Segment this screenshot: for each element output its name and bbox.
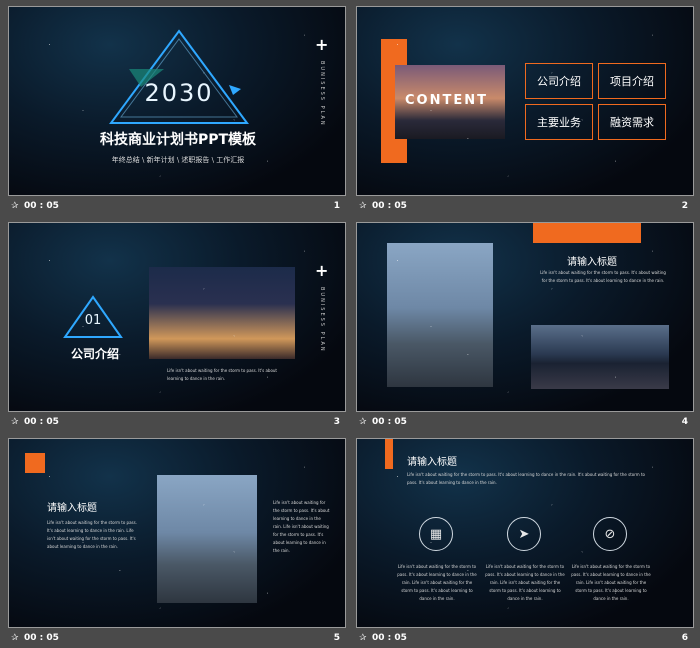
night-city-photo <box>149 267 295 359</box>
column-1-text: Life isn't about waiting for the storm t… <box>397 564 477 601</box>
plus-icon: + <box>315 261 329 280</box>
orange-square <box>25 453 45 473</box>
slide-thumbnail-1[interactable]: 2030 科技商业计划书PPT模板 年终总结 \ 新年计划 \ 述职报告 \ 工… <box>8 6 346 216</box>
slide-6-heading: 请输入标题 <box>407 457 457 468</box>
star-icon: ✰ <box>359 201 367 211</box>
slide-5-left-body: Life isn't about waiting for the storm t… <box>47 520 137 549</box>
slide-3-body: Life isn't about waiting for the storm t… <box>167 368 278 381</box>
column-2-text: Life isn't about waiting for the storm t… <box>485 564 565 601</box>
slide-5-canvas: 请输入标题 Life isn't about waiting for the s… <box>8 438 346 628</box>
section-index: 01 <box>84 313 102 328</box>
star-icon: ✰ <box>359 417 367 427</box>
slide-2-number: 2 <box>681 201 688 211</box>
skyline-photo <box>531 325 669 389</box>
slide-thumbnail-3[interactable]: 01 公司介绍 Life isn't about waiting for the… <box>8 222 346 432</box>
slide-6-number: 6 <box>681 633 688 643</box>
slide-1-canvas: 2030 科技商业计划书PPT模板 年终总结 \ 新年计划 \ 述职报告 \ 工… <box>8 6 346 196</box>
slide-4-footer: ✰ 00 : 05 4 <box>356 414 694 432</box>
slide-1-number: 1 <box>333 201 340 211</box>
year-label: 2030 <box>144 79 214 107</box>
orange-bar <box>385 439 393 469</box>
slide-5-number: 5 <box>333 633 340 643</box>
slide-6-intro: Life isn't about waiting for the storm t… <box>407 472 645 485</box>
slide-thumbnail-6[interactable]: 请输入标题 Life isn't about waiting for the s… <box>356 438 694 648</box>
slide-1-title: 科技商业计划书PPT模板 <box>99 132 257 148</box>
slide-1-timing: 00 : 05 <box>24 201 59 211</box>
menu-project-intro[interactable]: 项目介绍 <box>598 63 666 99</box>
slide-3-footer: ✰ 00 : 05 3 <box>8 414 346 432</box>
column-3-text: Life isn't about waiting for the storm t… <box>571 564 651 601</box>
star-icon: ✰ <box>11 633 19 643</box>
menu-financing[interactable]: 融资需求 <box>598 104 666 140</box>
orange-bar <box>533 223 641 243</box>
menu-main-business[interactable]: 主要业务 <box>525 104 593 140</box>
slide-4-canvas: 请输入标题 Life isn't about waiting for the s… <box>356 222 694 412</box>
content-label: CONTENT <box>405 93 488 108</box>
section-title: 公司介绍 <box>70 347 119 361</box>
slide-3-timing: 00 : 05 <box>24 417 59 427</box>
slide-5-timing: 00 : 05 <box>24 633 59 643</box>
slide-6-footer: ✰ 00 : 05 6 <box>356 630 694 648</box>
slide-thumbnail-4[interactable]: 请输入标题 Life isn't about waiting for the s… <box>356 222 694 432</box>
slide-2-timing: 00 : 05 <box>372 201 407 211</box>
building-photo <box>157 475 257 603</box>
star-icon: ✰ <box>11 417 19 427</box>
slide-thumbnail-5[interactable]: 请输入标题 Life isn't about waiting for the s… <box>8 438 346 648</box>
slide-5-right-body: Life isn't about waiting for the storm t… <box>273 500 330 553</box>
slide-4-heading: 请输入标题 <box>567 257 617 268</box>
slide-thumbnail-2[interactable]: CONTENT 公司介绍 项目介绍 主要业务 融资需求 ✰ 00 : 05 2 <box>356 6 694 216</box>
compass-icon: ⊘ <box>593 517 627 551</box>
plus-icon: + <box>315 35 329 54</box>
slide-3-canvas: 01 公司介绍 Life isn't about waiting for the… <box>8 222 346 412</box>
slide-6-timing: 00 : 05 <box>372 633 407 643</box>
menu-company-intro[interactable]: 公司介绍 <box>525 63 593 99</box>
slide-2-footer: ✰ 00 : 05 2 <box>356 198 694 216</box>
triangle-logo-icon <box>109 29 249 124</box>
vertical-plan-text: BUNISESS PLAN <box>319 61 325 127</box>
slide-4-timing: 00 : 05 <box>372 417 407 427</box>
slide-1-subtitle: 年终总结 \ 新年计划 \ 述职报告 \ 工作汇报 <box>111 156 245 164</box>
slide-5-heading: 请输入标题 <box>47 503 97 514</box>
slide-4-number: 4 <box>681 417 688 427</box>
slide-4-body: Life isn't about waiting for the storm t… <box>540 270 666 283</box>
slide-5-footer: ✰ 00 : 05 5 <box>8 630 346 648</box>
slide-1-footer: ✰ 00 : 05 1 <box>8 198 346 216</box>
slide-2-canvas: CONTENT 公司介绍 项目介绍 主要业务 融资需求 <box>356 6 694 196</box>
vertical-plan-text: BUNISESS PLAN <box>319 287 325 353</box>
slide-6-canvas: 请输入标题 Life isn't about waiting for the s… <box>356 438 694 628</box>
star-icon: ✰ <box>359 633 367 643</box>
city-photo-tall <box>387 243 493 387</box>
slide-3-number: 3 <box>333 417 340 427</box>
calculator-icon: ▦ <box>419 517 453 551</box>
paper-plane-icon: ➤ <box>507 517 541 551</box>
star-icon: ✰ <box>11 201 19 211</box>
